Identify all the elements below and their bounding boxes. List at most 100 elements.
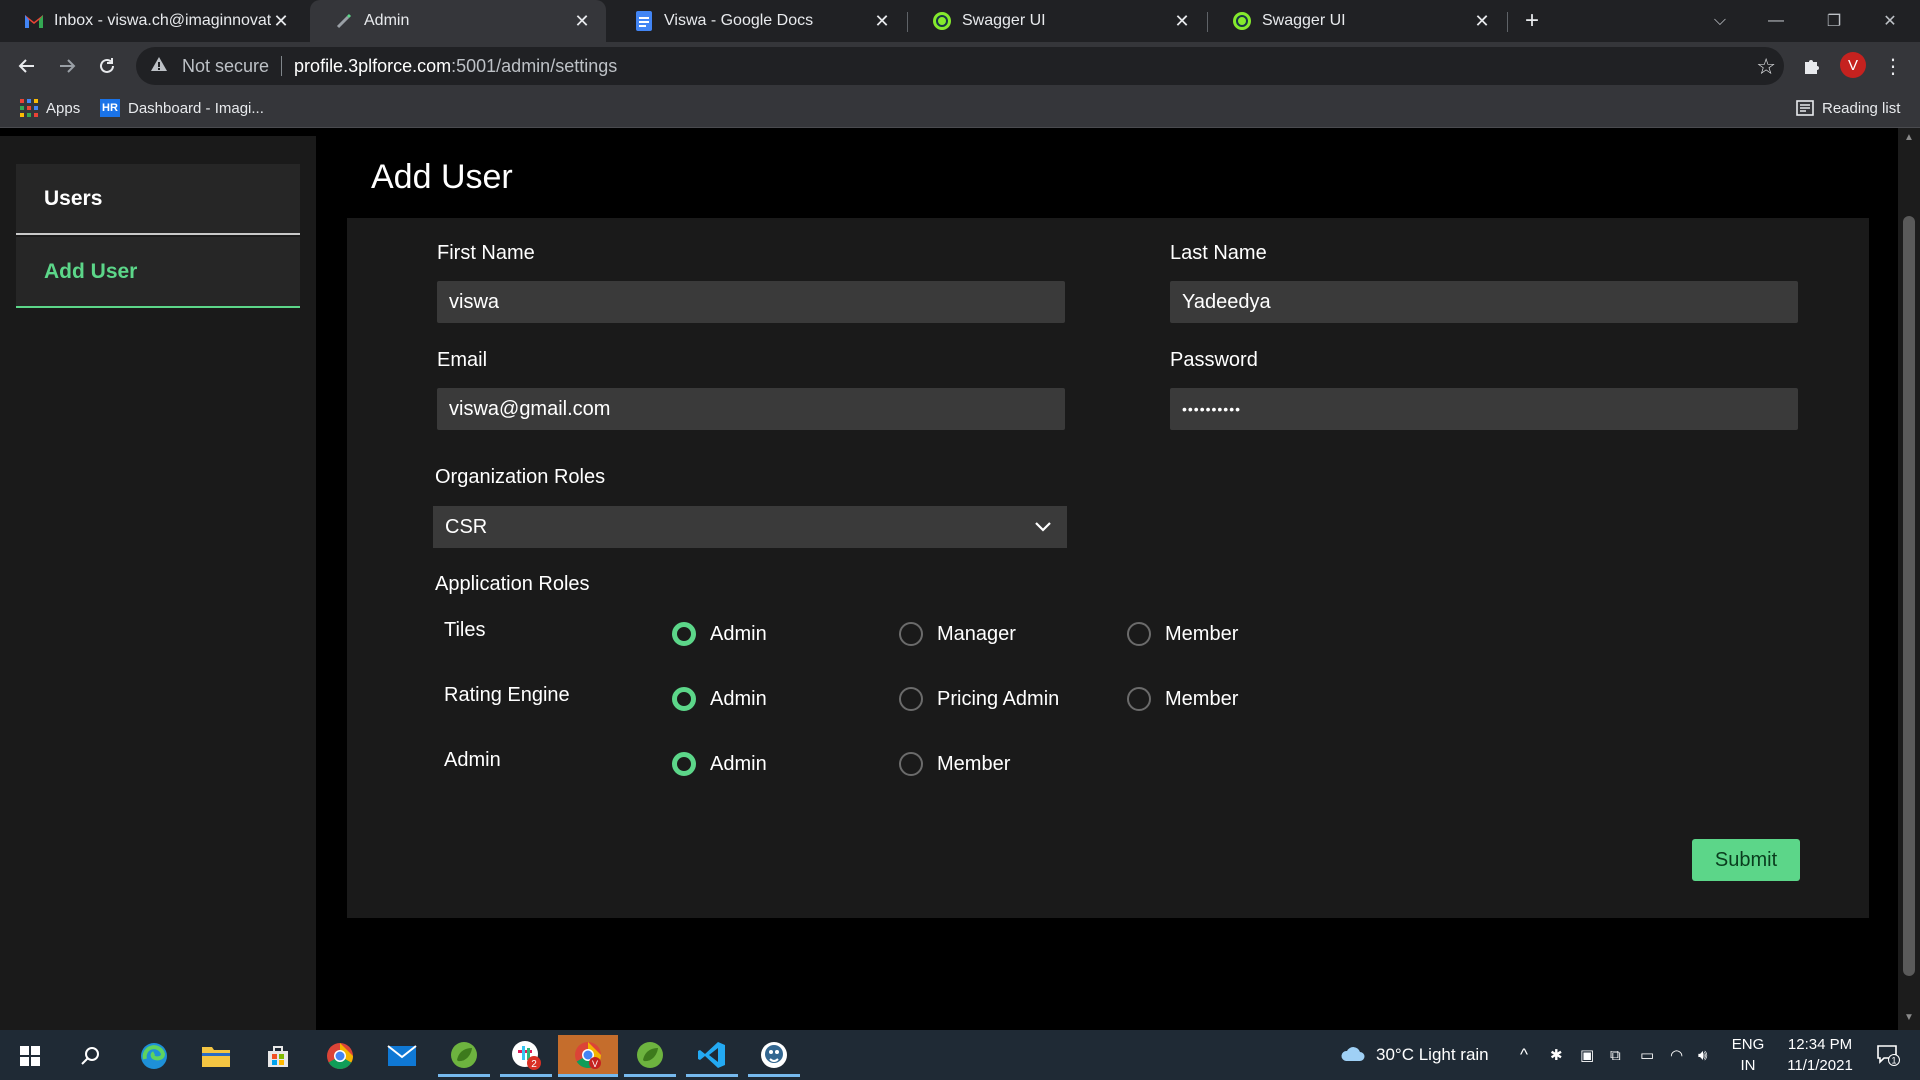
rating-engine-admin-radio[interactable]: Admin	[672, 687, 767, 711]
chrome-icon[interactable]	[314, 1035, 366, 1077]
address-bar[interactable]: Not secure profile.3plforce.com:5001/adm…	[136, 47, 1784, 85]
docs-icon	[634, 11, 654, 31]
radio-selected-icon	[672, 752, 696, 776]
bookmark-star-icon[interactable]: ☆	[1756, 54, 1776, 80]
spring-tool-suite-icon[interactable]	[438, 1035, 490, 1077]
notification-count: 1	[1891, 1056, 1896, 1066]
postgres-elephant-icon[interactable]	[748, 1035, 800, 1077]
battery-icon[interactable]: ▭	[1640, 1030, 1654, 1080]
close-window-button[interactable]: ✕	[1862, 0, 1918, 42]
sidebar-item-users[interactable]: Users	[16, 164, 300, 235]
more-menu-icon[interactable]: ⋮	[1881, 54, 1905, 78]
reading-list-button[interactable]: Reading list	[1796, 90, 1900, 126]
vscode-icon[interactable]	[686, 1035, 738, 1077]
wifi-icon[interactable]: ◠	[1670, 1030, 1683, 1080]
weather-text: 30°C Light rain	[1376, 1045, 1489, 1064]
minimize-button[interactable]: —	[1748, 0, 1804, 42]
close-icon[interactable]: ✕	[1472, 11, 1492, 31]
volume-icon[interactable]: 🔊︎	[1698, 1030, 1707, 1080]
show-hidden-icons-chevron-icon[interactable]: ^	[1520, 1030, 1528, 1080]
bookmark-apps[interactable]: Apps	[20, 90, 80, 126]
search-icon[interactable]	[64, 1035, 116, 1077]
new-tab-button[interactable]: +	[1519, 7, 1545, 34]
tab-admin[interactable]: Admin ✕	[310, 0, 606, 42]
admin-admin-radio[interactable]: Admin	[672, 752, 767, 776]
organization-roles-label: Organization Roles	[435, 466, 606, 488]
rating-engine-member-radio[interactable]: Member	[1127, 687, 1238, 711]
sidebar-item-add-user[interactable]: Add User	[16, 237, 300, 308]
tiles-member-radio[interactable]: Member	[1127, 622, 1238, 646]
radio-unselected-icon	[899, 687, 923, 711]
submit-button[interactable]: Submit	[1692, 839, 1800, 881]
file-explorer-icon[interactable]	[190, 1035, 242, 1077]
hr-badge-icon: HR	[100, 99, 120, 117]
scrollbar-thumb[interactable]	[1903, 216, 1915, 976]
security-status: Not secure	[182, 55, 270, 76]
extensions-puzzle-icon[interactable]	[1800, 54, 1824, 78]
radio-selected-icon	[672, 622, 696, 646]
windows-start-icon[interactable]	[4, 1035, 56, 1077]
tiles-admin-radio[interactable]: Admin	[672, 622, 767, 646]
radio-unselected-icon	[1127, 687, 1151, 711]
tab-swagger-2[interactable]: Swagger UI ✕	[1208, 0, 1506, 42]
reload-icon[interactable]	[91, 50, 123, 82]
close-icon[interactable]: ✕	[1172, 11, 1192, 31]
page-scrollbar[interactable]: ▲ ▼	[1898, 128, 1920, 1030]
app-viewport: Users Add User Add User First Name Last …	[0, 136, 1898, 1030]
scroll-down-arrow-icon[interactable]: ▼	[1903, 1012, 1915, 1024]
edge-browser-icon[interactable]	[128, 1035, 180, 1077]
notification-center-icon[interactable]: 1	[1876, 1030, 1900, 1080]
close-icon[interactable]: ✕	[872, 11, 892, 31]
slack-app-icon[interactable]: 2	[500, 1035, 552, 1077]
radio-label: Pricing Admin	[937, 687, 1060, 710]
rating-engine-pricing-admin-radio[interactable]: Pricing Admin	[899, 687, 1059, 711]
warning-triangle-icon	[150, 56, 170, 77]
tab-inbox[interactable]: Inbox - viswa.ch@imaginnovate.c ✕	[0, 0, 305, 42]
forward-arrow-icon[interactable]	[51, 50, 83, 82]
back-arrow-icon[interactable]	[11, 50, 43, 82]
divider	[281, 56, 283, 76]
language-code: ENG	[1731, 1036, 1765, 1053]
spring-tool-suite-icon-2[interactable]	[624, 1035, 676, 1077]
radio-label: Admin	[710, 752, 767, 775]
system-clock[interactable]: 12:34 PM 11/1/2021	[1770, 1034, 1870, 1076]
bookmark-label: Apps	[46, 99, 81, 117]
first-name-input[interactable]	[437, 281, 1065, 323]
language-indicator[interactable]: ENG IN	[1728, 1034, 1768, 1076]
sidebar: Users Add User	[0, 136, 316, 1030]
weather-widget[interactable]: 30°C Light rain	[1340, 1030, 1489, 1080]
tab-title: Swagger UI	[962, 12, 1046, 29]
close-icon[interactable]: ✕	[572, 11, 592, 31]
admin-member-radio[interactable]: Member	[899, 752, 1010, 776]
email-input[interactable]	[437, 388, 1065, 430]
cloud-rain-icon	[1340, 1045, 1366, 1065]
scroll-up-arrow-icon[interactable]: ▲	[1903, 132, 1915, 144]
meet-tray-icon[interactable]: ▣	[1580, 1030, 1594, 1080]
email-label: Email	[437, 349, 488, 371]
tiles-manager-radio[interactable]: Manager	[899, 622, 1016, 646]
profile-avatar[interactable]: V	[1840, 52, 1866, 78]
restore-button[interactable]: ❐	[1806, 0, 1862, 42]
mail-icon[interactable]	[376, 1035, 428, 1077]
bookmark-dashboard[interactable]: HR Dashboard - Imagi...	[100, 90, 264, 126]
close-icon[interactable]: ✕	[271, 11, 291, 31]
url-path: :5001/admin/settings	[451, 55, 618, 76]
display-tray-icon[interactable]: ⧉	[1610, 1030, 1621, 1080]
radio-label: Admin	[710, 687, 767, 710]
radio-unselected-icon	[1127, 622, 1151, 646]
tab-swagger-1[interactable]: Swagger UI ✕	[908, 0, 1206, 42]
organization-roles-select[interactable]: CSR	[433, 506, 1067, 548]
swagger-icon	[1232, 11, 1252, 31]
chrome-active-icon[interactable]: V	[558, 1035, 618, 1077]
slack-tray-icon[interactable]: ✱	[1550, 1030, 1563, 1080]
store-icon[interactable]	[252, 1035, 304, 1077]
last-name-input[interactable]	[1170, 281, 1798, 323]
apps-grid-icon	[20, 99, 38, 117]
bookmark-label: Reading list	[1822, 99, 1901, 117]
gmail-icon	[24, 11, 44, 31]
pen-icon	[334, 11, 354, 31]
tab-search-chevron-icon[interactable]: ⌵	[1692, 0, 1748, 42]
tab-title: Swagger UI	[1262, 12, 1346, 29]
password-input[interactable]	[1170, 388, 1798, 430]
tab-google-docs[interactable]: Viswa - Google Docs ✕	[610, 0, 906, 42]
